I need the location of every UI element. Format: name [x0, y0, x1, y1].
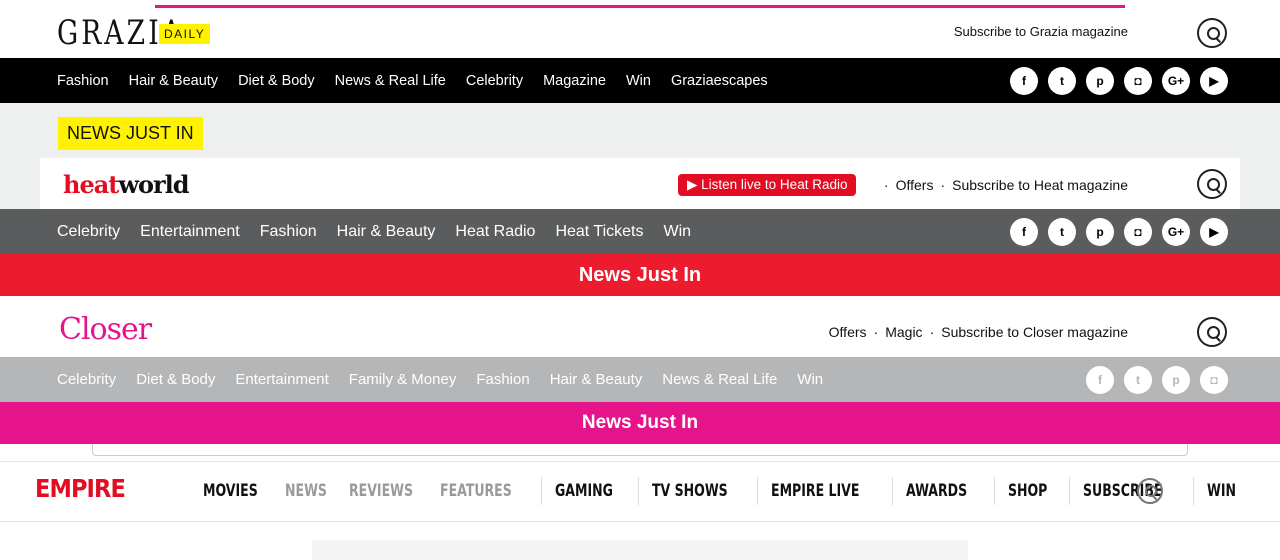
instagram-icon[interactable]: ◘ — [1124, 217, 1152, 246]
dot-separator: · — [940, 177, 946, 193]
twitter-icon[interactable]: t — [1048, 217, 1076, 246]
empire-nav-item[interactable]: EMPIRE LIVE — [771, 481, 859, 501]
empire-nav-item[interactable]: NEWS — [285, 481, 327, 501]
heat-subscribe-link[interactable]: Subscribe to Heat magazine — [952, 177, 1128, 193]
empire-logo[interactable]: EMPIRE — [35, 474, 126, 503]
closer-nav-item[interactable]: Win — [797, 371, 823, 388]
closer-logo[interactable]: Closer — [59, 312, 152, 347]
heat-offers-link[interactable]: Offers — [896, 177, 934, 193]
grazia-search-icon[interactable] — [1197, 18, 1227, 48]
facebook-icon[interactable]: f — [1010, 66, 1038, 95]
empire-nav-item[interactable]: SHOP — [1008, 481, 1047, 501]
dot-separator: · — [883, 177, 889, 193]
dot-separator: · — [929, 324, 935, 340]
grazia-socials: f t p ◘ G+ ▶ — [1000, 58, 1228, 103]
grazia-nav-item[interactable]: Win — [626, 73, 651, 89]
facebook-icon[interactable]: f — [1086, 365, 1114, 394]
pinterest-icon[interactable]: p — [1086, 217, 1114, 246]
closer-search-icon[interactable] — [1197, 317, 1227, 347]
grazia-nav-item[interactable]: Diet & Body — [238, 73, 315, 89]
grazia-news-just-in[interactable]: NEWS JUST IN — [58, 117, 203, 150]
closer-nav-item[interactable]: News & Real Life — [662, 371, 777, 388]
empire-nav-item[interactable]: REVIEWS — [349, 481, 413, 501]
closer-top-links: Offers · Magic · Subscribe to Closer mag… — [829, 324, 1128, 340]
grazia-nav-item[interactable]: Graziaescapes — [671, 73, 768, 89]
heat-nav-item[interactable]: Heat Tickets — [555, 223, 643, 241]
empire-nav-divider — [892, 477, 894, 505]
grazia-nav-item[interactable]: Magazine — [543, 73, 606, 89]
empire-nav-item[interactable]: GAMING — [555, 481, 613, 501]
heat-nav-item[interactable]: Entertainment — [140, 223, 240, 241]
closer-nav-item[interactable]: Celebrity — [57, 371, 116, 388]
twitter-icon[interactable]: t — [1048, 66, 1076, 95]
heat-nav-item[interactable]: Heat Radio — [455, 223, 535, 241]
instagram-icon[interactable]: ◘ — [1200, 365, 1228, 394]
twitter-icon[interactable]: t — [1124, 365, 1152, 394]
empire-nav-divider — [1068, 477, 1070, 505]
heat-search-icon[interactable] — [1197, 169, 1227, 199]
grazia-nav-item[interactable]: Hair & Beauty — [129, 73, 218, 89]
heat-logo-heat: heat — [63, 170, 119, 199]
heat-logo[interactable]: heatworld — [63, 170, 190, 199]
grazia-subscribe-link[interactable]: Subscribe to Grazia magazine — [954, 24, 1128, 39]
google-plus-icon[interactable]: G+ — [1162, 66, 1190, 95]
heat-nav-item[interactable]: Win — [663, 223, 691, 241]
heat-news-just-in[interactable]: News Just In — [0, 254, 1280, 296]
grazia-nav: Fashion Hair & Beauty Diet & Body News & Re… — [0, 58, 1280, 103]
empire-nav-divider — [993, 477, 995, 505]
heat-socials: f t p ◘ G+ ▶ — [1000, 209, 1228, 254]
closer-nav: Celebrity Diet & Body Entertainment Family … — [0, 357, 1280, 402]
empire-nav-item[interactable]: WIN — [1207, 481, 1236, 501]
google-plus-icon[interactable]: G+ — [1162, 217, 1190, 246]
closer-news-just-in[interactable]: News Just In — [0, 402, 1280, 444]
heat-nav-item[interactable]: Celebrity — [57, 223, 120, 241]
closer-magic-link[interactable]: Magic — [885, 324, 922, 340]
grazia-top-line — [155, 5, 1125, 8]
dot-separator: · — [873, 324, 879, 340]
empire-nav-divider — [757, 477, 759, 505]
empire-nav-item[interactable]: TV SHOWS — [652, 481, 728, 501]
closer-offers-link[interactable]: Offers — [829, 324, 867, 340]
empire-nav-item[interactable]: FEATURES — [440, 481, 512, 501]
heat-listen-label: Listen live to Heat Radio — [701, 177, 848, 192]
grazia-nav-item[interactable]: Celebrity — [466, 73, 523, 89]
empire-nav-divider — [1192, 477, 1194, 505]
closer-nav-item[interactable]: Family & Money — [349, 371, 457, 388]
heat-nav-item[interactable]: Hair & Beauty — [337, 223, 436, 241]
grazia-nav-item[interactable]: Fashion — [57, 73, 109, 89]
grazia-nav-item[interactable]: News & Real Life — [335, 73, 446, 89]
closer-nav-item[interactable]: Fashion — [476, 371, 529, 388]
pinterest-icon[interactable]: p — [1162, 365, 1190, 394]
heat-listen-live-button[interactable]: ▶ Listen live to Heat Radio — [678, 174, 857, 196]
empire-nav-item[interactable]: AWARDS — [906, 481, 967, 501]
heat-top-links: · Offers · Subscribe to Heat magazine — [877, 177, 1128, 193]
empire-nav-divider — [540, 477, 542, 505]
heat-nav: Celebrity Entertainment Fashion Hair & Beau… — [0, 209, 1280, 254]
empire-nav-item[interactable]: MOVIES — [203, 481, 258, 501]
instagram-icon[interactable]: ◘ — [1124, 66, 1152, 95]
heat-logo-world: world — [118, 170, 189, 199]
closer-subscribe-link[interactable]: Subscribe to Closer magazine — [941, 324, 1128, 340]
page: GRAZIA DAILY Subscribe to Grazia magazin… — [0, 0, 1280, 560]
empire-search-icon[interactable] — [1137, 478, 1163, 504]
closer-nav-item[interactable]: Hair & Beauty — [550, 371, 643, 388]
youtube-icon[interactable]: ▶ — [1200, 217, 1228, 246]
empire-nav: MOVIES NEWS REVIEWS FEATURES GAMING TV SHOWS E… — [203, 477, 1255, 505]
closer-nav-item[interactable]: Entertainment — [235, 371, 328, 388]
pinterest-icon[interactable]: p — [1086, 66, 1114, 95]
ad-placeholder — [312, 540, 968, 560]
play-icon: ▶ — [687, 177, 702, 192]
closer-socials: f t p ◘ — [1076, 357, 1228, 402]
facebook-icon[interactable]: f — [1010, 217, 1038, 246]
empire-nav-divider — [638, 477, 640, 505]
grazia-daily-tag: DAILY — [159, 24, 211, 44]
closer-ticker-bar — [92, 444, 1188, 456]
closer-nav-item[interactable]: Diet & Body — [136, 371, 215, 388]
youtube-icon[interactable]: ▶ — [1200, 66, 1228, 95]
heat-nav-item[interactable]: Fashion — [260, 223, 317, 241]
